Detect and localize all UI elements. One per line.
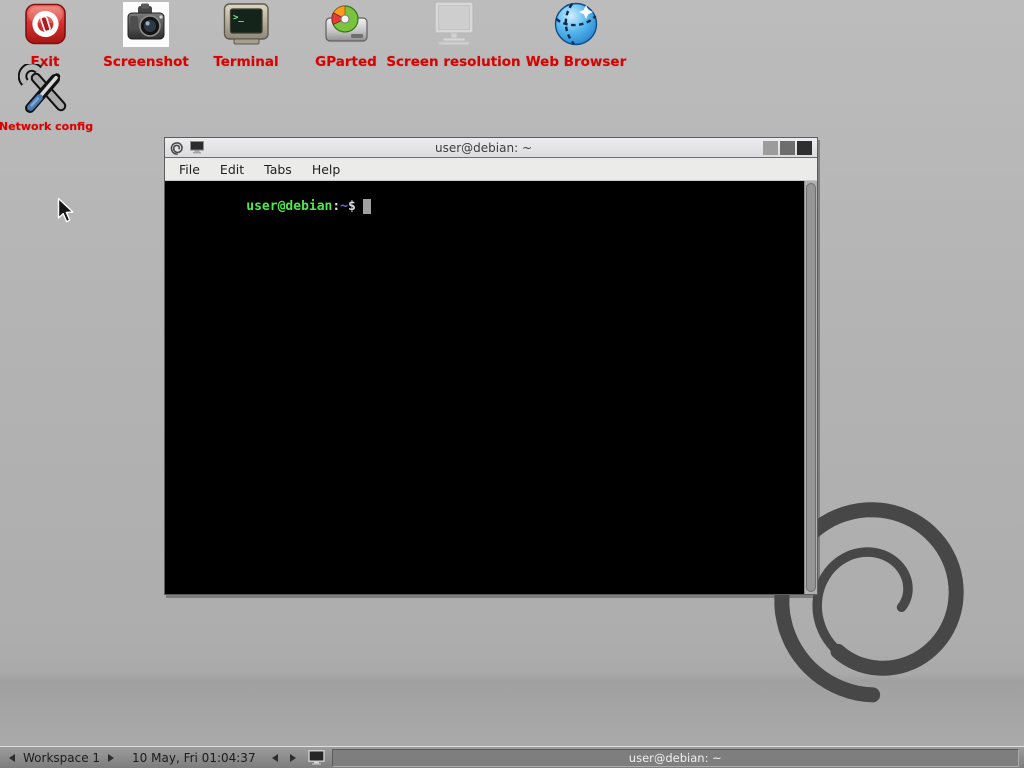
task-button-label: user@debian: ~ xyxy=(629,751,722,765)
menu-tabs[interactable]: Tabs xyxy=(254,159,302,180)
minimize-button[interactable] xyxy=(763,141,778,155)
desktop-icon-label: Screenshot xyxy=(103,54,189,70)
pager-left-arrow-icon[interactable] xyxy=(9,754,15,762)
prompt-symbol: $ xyxy=(348,199,356,214)
prompt-user-host: user@debian xyxy=(246,199,332,214)
tasklist-right-arrow-icon[interactable] xyxy=(290,754,296,762)
terminal-cursor xyxy=(363,199,371,214)
monitor-icon xyxy=(308,750,325,765)
tools-icon xyxy=(18,64,74,116)
menu-file[interactable]: File xyxy=(169,159,210,180)
scrollbar-thumb[interactable] xyxy=(806,183,816,592)
desktop-icon-label: Web Browser xyxy=(526,54,626,70)
svg-text:>_: >_ xyxy=(233,13,244,23)
prompt-line: user@debian:~$ xyxy=(168,184,804,229)
terminal-screen[interactable]: user@debian:~$ xyxy=(165,181,804,594)
workspace-label[interactable]: Workspace 1 xyxy=(23,751,100,765)
globe-icon xyxy=(553,1,599,47)
mouse-cursor xyxy=(57,197,77,228)
monitor-icon xyxy=(430,1,478,47)
taskbar-clock: 10 May, Fri 01:04:37 xyxy=(132,751,256,765)
desktop-icon-label: Terminal xyxy=(213,54,278,70)
crt-terminal-icon: >_ xyxy=(223,1,270,47)
terminal-scrollbar[interactable] xyxy=(804,181,817,594)
desktop-icon-network-config[interactable]: Network config xyxy=(4,64,88,133)
desktop-icon-terminal[interactable]: >_ Terminal xyxy=(201,1,291,70)
desktop-icon-web-browser[interactable]: Web Browser xyxy=(520,1,632,70)
terminal-area: user@debian:~$ xyxy=(165,181,817,594)
active-task-button[interactable]: user@debian: ~ xyxy=(332,749,1019,767)
terminal-window: user@debian: ~ File Edit Tabs Help user@… xyxy=(164,137,818,595)
desktop: Exit Screenshot xyxy=(0,0,1024,746)
taskbar: Workspace 1 10 May, Fri 01:04:37 user@de… xyxy=(0,746,1024,768)
terminal-window-icon xyxy=(190,141,204,154)
pager-right-arrow-icon[interactable] xyxy=(108,754,114,762)
partition-disk-icon xyxy=(324,1,369,47)
maximize-button[interactable] xyxy=(780,141,795,155)
debian-swirl-icon xyxy=(170,140,185,156)
window-titlebar[interactable]: user@debian: ~ xyxy=(165,138,817,158)
menu-edit[interactable]: Edit xyxy=(210,159,254,180)
workspace-pager: Workspace 1 xyxy=(9,751,114,765)
desktop-icon-screen-resolution[interactable]: Screen resolution xyxy=(388,1,519,70)
exit-icon xyxy=(25,1,66,47)
desktop-icon-exit[interactable]: Exit xyxy=(7,1,83,70)
tasklist-left-arrow-icon[interactable] xyxy=(272,754,278,762)
window-menubar: File Edit Tabs Help xyxy=(165,158,817,181)
show-desktop-button[interactable] xyxy=(308,750,325,765)
desktop-icon-label: Network config xyxy=(0,120,93,133)
camera-icon xyxy=(123,1,169,47)
window-buttons xyxy=(763,141,812,155)
window-title: user@debian: ~ xyxy=(209,141,758,155)
prompt-path: ~ xyxy=(340,199,348,214)
desktop-icon-label: GParted xyxy=(315,54,377,70)
close-button[interactable] xyxy=(797,141,812,155)
desktop-icon-screenshot[interactable]: Screenshot xyxy=(101,1,191,70)
desktop-icon-label: Screen resolution xyxy=(386,54,520,70)
menu-help[interactable]: Help xyxy=(302,159,351,180)
desktop-icon-gparted[interactable]: GParted xyxy=(303,1,389,70)
tasklist-pager xyxy=(272,754,296,762)
